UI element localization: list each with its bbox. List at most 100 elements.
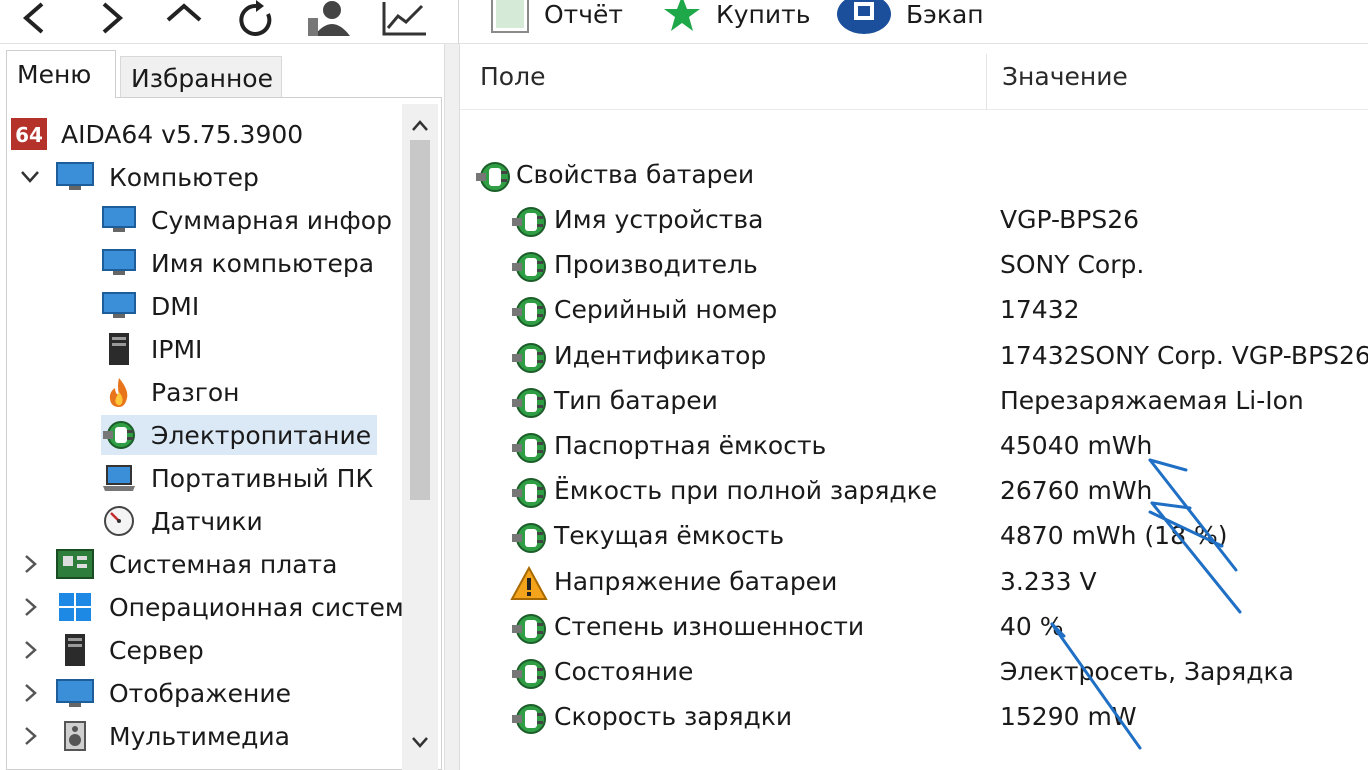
column-header: Поле Значение: [460, 44, 1368, 110]
power-plug-icon: [510, 519, 548, 557]
property-row[interactable]: Производитель SONY Corp.: [460, 244, 1368, 288]
tree-item-label: Портативный ПК: [151, 463, 374, 493]
property-name: Напряжение батареи: [554, 566, 838, 596]
power-plug-icon: [510, 474, 548, 512]
tree-item-label: Суммарная инфор: [151, 205, 392, 235]
property-row[interactable]: Серийный номер 17432: [460, 289, 1368, 333]
column-value-header[interactable]: Значение: [1002, 62, 1128, 91]
scroll-down-icon[interactable]: [408, 730, 432, 754]
tree-item-label: Разгон: [151, 377, 240, 407]
monitor-icon: [101, 204, 137, 236]
tab-menu[interactable]: Меню: [6, 50, 116, 98]
monitor-icon: [101, 247, 137, 279]
property-name: Состояние: [554, 657, 694, 686]
toolbar: Отчёт Купить Бэкап: [0, 0, 1368, 44]
tree-item-laptop[interactable]: Портативный ПК: [101, 458, 411, 498]
property-row[interactable]: Состояние Электросеть, Зарядка: [460, 651, 1368, 695]
tree-item-multimedia[interactable]: Мультимедиа: [19, 716, 409, 756]
chart-icon[interactable]: [376, 0, 432, 42]
buy-label: Купить: [716, 0, 811, 29]
tree-item-display[interactable]: Отображение: [19, 673, 409, 713]
tree-item-aida64[interactable]: 64 AIDA64 v5.75.3900: [11, 114, 401, 154]
property-value: 17432: [1000, 295, 1080, 325]
chevron-right-icon[interactable]: [19, 677, 41, 709]
tree-item-label: Датчики: [151, 506, 263, 536]
property-value: 17432SONY Corp. VGP-BPS26: [1000, 340, 1368, 370]
tree-item-label: Мультимедиа: [109, 721, 290, 751]
property-row[interactable]: Степень изношенности 40 %: [460, 606, 1368, 650]
property-row[interactable]: Паспортная ёмкость 45040 mWh: [460, 425, 1368, 469]
power-plug-icon: [510, 655, 548, 693]
tree-item-dmi[interactable]: DMI: [101, 286, 411, 326]
property-name: Скорость зарядки: [554, 702, 793, 732]
aida64-icon: 64: [11, 118, 47, 150]
tree-item-label: DMI: [151, 291, 200, 321]
property-row[interactable]: Идентификатор 17432SONY Corp. VGP-BPS26: [460, 335, 1368, 379]
property-row[interactable]: Скорость зарядки 15290 mW: [460, 696, 1368, 740]
computer-icon: [55, 161, 95, 193]
star-icon: [662, 0, 702, 34]
user-icon[interactable]: [300, 0, 356, 42]
laptop-icon: [101, 462, 137, 494]
warning-icon: [510, 565, 548, 603]
power-plug-icon: [510, 700, 548, 738]
windows-icon: [55, 591, 95, 623]
backup-button[interactable]: Бэкап: [836, 0, 984, 34]
tree-item-sensors[interactable]: Датчики: [101, 501, 411, 541]
property-name: Степень изношенности: [554, 611, 865, 641]
power-plug-icon: [510, 429, 548, 467]
up-icon[interactable]: [156, 0, 212, 42]
flame-icon: [101, 376, 137, 408]
chevron-right-icon[interactable]: [19, 634, 41, 666]
chevron-right-icon[interactable]: [19, 548, 41, 580]
property-name: Тип батареи: [554, 385, 718, 415]
tree-scrollbar[interactable]: [402, 104, 438, 770]
tree-item-power[interactable]: Электропитание: [101, 415, 377, 455]
property-row[interactable]: Имя устройства VGP-BPS26: [460, 199, 1368, 243]
chevron-down-icon[interactable]: [19, 161, 41, 193]
power-plug-icon: [510, 293, 548, 331]
group-label: Свойства батареи: [516, 160, 755, 189]
toolbar-separator: [458, 0, 459, 44]
property-value: 45040 mWh: [1000, 431, 1153, 460]
tree-item-label: IPMI: [151, 334, 203, 364]
tree-item-os[interactable]: Операционная систем: [19, 587, 409, 627]
tree-item-computer-name[interactable]: Имя компьютера: [101, 243, 411, 283]
report-button[interactable]: Отчёт: [490, 0, 623, 34]
column-field-header[interactable]: Поле: [480, 62, 545, 91]
server-icon: [55, 634, 95, 666]
tree-item-overclock[interactable]: Разгон: [101, 372, 411, 412]
back-icon[interactable]: [6, 0, 62, 42]
property-name: Имя устройства: [554, 205, 764, 234]
property-value: 40 %: [1000, 611, 1064, 641]
tree-item-ipmi[interactable]: IPMI: [101, 329, 411, 369]
property-row[interactable]: Тип батареи Перезаряжаемая Li-Ion: [460, 380, 1368, 424]
tab-favorites[interactable]: Избранное: [120, 56, 282, 100]
tab-favorites-label: Избранное: [131, 63, 273, 93]
server-icon: [101, 333, 137, 365]
tree-item-computer[interactable]: Компьютер: [19, 157, 409, 197]
tree-item-label: Системная плата: [109, 549, 338, 579]
chevron-right-icon[interactable]: [19, 720, 41, 752]
gauge-icon: [101, 505, 137, 537]
power-plug-icon: [510, 339, 548, 377]
chevron-right-icon[interactable]: [19, 591, 41, 623]
property-value: 15290 mW: [1000, 702, 1137, 732]
tree-item-motherboard[interactable]: Системная плата: [19, 544, 409, 584]
buy-button[interactable]: Купить: [662, 0, 810, 34]
refresh-icon[interactable]: [228, 0, 284, 42]
tree-item-server[interactable]: Сервер: [19, 630, 409, 670]
property-row[interactable]: Текущая ёмкость 4870 mWh (18 %): [460, 515, 1368, 559]
forward-icon[interactable]: [84, 0, 140, 42]
property-row[interactable]: Ёмкость при полной зарядке 26760 mWh: [460, 470, 1368, 514]
tree-item-summary[interactable]: Суммарная инфор: [101, 200, 411, 240]
group-battery-properties[interactable]: Свойства батареи: [460, 154, 1368, 198]
property-name: Паспортная ёмкость: [554, 431, 827, 460]
panel-splitter[interactable]: [444, 44, 460, 770]
report-label: Отчёт: [544, 0, 623, 29]
scroll-thumb[interactable]: [410, 140, 430, 500]
column-divider[interactable]: [986, 54, 987, 110]
tree-item-label: Сервер: [109, 635, 204, 665]
property-row[interactable]: Напряжение батареи 3.233 V: [460, 561, 1368, 605]
scroll-up-icon[interactable]: [408, 114, 432, 138]
